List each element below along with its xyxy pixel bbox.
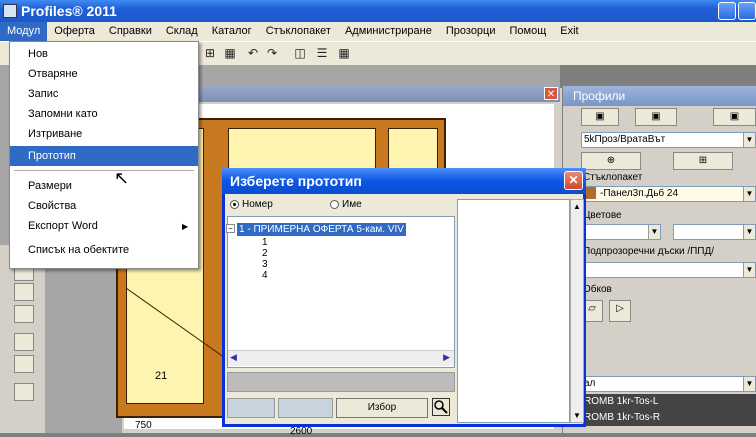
menu-admin[interactable]: Администриране xyxy=(338,22,439,41)
radio-by-name[interactable]: Име xyxy=(330,199,362,210)
glass-label: Стъклопакет xyxy=(583,172,643,183)
sills-select[interactable]: ▼ xyxy=(581,262,756,278)
tree-child-item[interactable]: 2 xyxy=(262,248,268,259)
left-tool-panel xyxy=(0,245,45,433)
module-menu: Нов Отваряне Запис Запомни като Изтриван… xyxy=(9,41,199,269)
status-field-2 xyxy=(278,398,333,418)
minimize-button[interactable] xyxy=(718,2,736,20)
undo-icon[interactable]: ↶ xyxy=(245,46,261,61)
menu-item-open[interactable]: Отваряне xyxy=(10,64,198,84)
tool-button[interactable] xyxy=(14,283,34,301)
menu-help[interactable]: Помощ xyxy=(503,22,554,41)
tool-button[interactable] xyxy=(14,355,34,373)
layout-icon[interactable]: ⊞ xyxy=(202,46,218,61)
menu-glass[interactable]: Стъклопакет xyxy=(259,22,338,41)
list-vertical-scrollbar[interactable]: ▲ ▼ xyxy=(570,199,584,423)
mouse-cursor-icon: ↖ xyxy=(114,168,130,188)
app-icon xyxy=(3,4,17,18)
scroll-right-icon[interactable]: ▶ xyxy=(443,352,450,363)
right-panel-title: Профили xyxy=(563,86,756,106)
hardware-row[interactable]: ROMB 1kr-Tos-L xyxy=(581,394,756,410)
dimension-width: 750 xyxy=(135,420,152,431)
redo-icon[interactable]: ↷ xyxy=(264,46,280,61)
menu-item-properties[interactable]: Свойства xyxy=(10,196,198,216)
menu-item-export-word[interactable]: Експорт Word xyxy=(10,216,198,236)
glass-select[interactable]: -Панел3п.Дьб 24 ▼ xyxy=(581,186,756,202)
dialog-status-bar xyxy=(227,372,455,392)
add-sash-button[interactable]: ⊕ xyxy=(581,152,641,170)
menu-reports[interactable]: Справки xyxy=(102,22,159,41)
title-bar: Profiles® 2011 xyxy=(0,0,756,22)
collapse-icon[interactable]: − xyxy=(226,224,235,233)
colors-label: Цветове xyxy=(583,210,622,221)
select-button[interactable]: Избор xyxy=(336,398,428,418)
menu-item-new[interactable]: Нов xyxy=(10,44,198,64)
color-select-2[interactable]: ▼ xyxy=(673,224,756,240)
scroll-down-icon[interactable]: ▼ xyxy=(573,411,581,420)
tree-child-item[interactable]: 1 xyxy=(262,237,268,248)
kobs-button-2[interactable]: ▷ xyxy=(609,300,631,322)
menu-windows[interactable]: Прозорци xyxy=(439,22,503,41)
dialog-close-button[interactable]: ✕ xyxy=(564,171,583,190)
maximize-button[interactable] xyxy=(738,2,756,20)
menu-warehouse[interactable]: Склад xyxy=(159,22,205,41)
search-icon[interactable] xyxy=(432,398,450,416)
menu-item-object-list[interactable]: Списък на обектите xyxy=(10,240,198,260)
menu-catalog[interactable]: Каталог xyxy=(205,22,259,41)
dialog-titlebar: Изберете прототип ✕ xyxy=(222,168,586,194)
dimension-total: 2600 xyxy=(290,426,313,437)
tree-child-item[interactable]: 4 xyxy=(262,270,268,281)
doc-close-button[interactable]: ✕ xyxy=(544,87,558,100)
radio-by-number[interactable]: Номер xyxy=(230,199,273,210)
menu-exit[interactable]: Exit xyxy=(553,22,585,41)
lines-icon[interactable]: ☰ xyxy=(314,46,330,61)
tool-button[interactable] xyxy=(14,305,34,323)
menu-offer[interactable]: Оферта xyxy=(47,22,102,41)
pane-number-label: 21 xyxy=(155,370,168,382)
tool-button[interactable] xyxy=(14,333,34,351)
menu-item-save[interactable]: Запис xyxy=(10,84,198,104)
kobs-label: Обков xyxy=(583,284,612,295)
menu-item-prototype[interactable]: Прототип xyxy=(10,146,198,166)
prototype-tree[interactable]: − 1 - ПРИМЕРНА ОФЕРТА 5-кам. VIV 1 2 3 4 xyxy=(226,216,455,368)
profile-select[interactable]: 5kПроз/ВратаВът ▼ xyxy=(581,132,756,148)
hardware-row[interactable]: ROMB 1kr-Tos-R xyxy=(581,410,756,426)
window-title: Profiles® 2011 xyxy=(21,3,117,19)
scroll-left-icon[interactable]: ◀ xyxy=(230,352,237,363)
dialog-title: Изберете прототип xyxy=(230,173,362,189)
tool-button[interactable] xyxy=(14,383,34,401)
scroll-up-icon[interactable]: ▲ xyxy=(573,202,581,211)
tree-horizontal-scrollbar[interactable]: ◀ ▶ xyxy=(228,350,454,366)
menu-separator xyxy=(14,170,194,171)
preview-list[interactable] xyxy=(457,199,570,423)
status-field-1 xyxy=(227,398,275,418)
grid-icon[interactable]: ▦ xyxy=(222,46,238,61)
profile-type-button[interactable]: ▣ xyxy=(581,108,619,126)
tree-root-item[interactable]: 1 - ПРИМЕРНА ОФЕРТА 5-кам. VIV xyxy=(237,223,406,236)
profile-type-button[interactable]: ▣ xyxy=(635,108,677,126)
profile-type-button[interactable]: ▣ xyxy=(713,108,756,126)
frame-icon[interactable]: ◫ xyxy=(292,46,308,61)
list-field[interactable]: ал ▼ xyxy=(581,376,756,392)
add-frame-button[interactable]: ⊞ xyxy=(673,152,733,170)
menu-item-dimensions[interactable]: Размери xyxy=(10,176,198,196)
table-icon[interactable]: ▦ xyxy=(336,46,352,61)
submenu-arrow-icon: ▶ xyxy=(182,222,189,231)
color-select-1[interactable]: ▼ xyxy=(581,224,661,240)
menu-item-save-as[interactable]: Запомни като xyxy=(10,104,198,124)
right-panel: ▣ ▣ ▣ 5kПроз/ВратаВът ▼ ⊕ ⊞ Стъклопакет -… xyxy=(563,86,756,433)
window-controls xyxy=(718,2,756,20)
sills-label: Подпрозоречни дъски /ППД/ xyxy=(583,246,715,257)
menu-module[interactable]: Модул xyxy=(0,22,48,41)
menu-bar: Модул Оферта Справки Склад Каталог Стъкл… xyxy=(0,22,756,41)
tree-child-item[interactable]: 3 xyxy=(262,259,268,270)
menu-item-delete[interactable]: Изтриване xyxy=(10,124,198,144)
